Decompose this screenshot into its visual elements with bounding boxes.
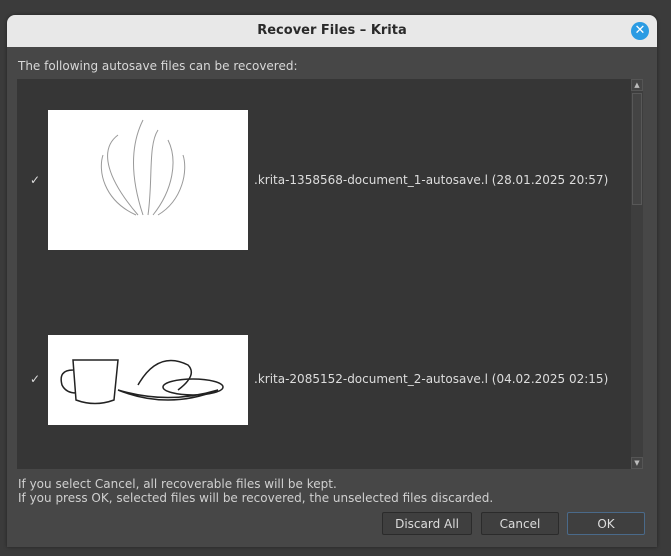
title-bar: Recover Files – Krita [7, 15, 657, 47]
scroll-up-icon[interactable]: ▲ [631, 79, 643, 91]
sketch-leaves-image [100, 119, 186, 216]
ok-button[interactable]: OK [567, 512, 645, 535]
vertical-scrollbar[interactable]: ▲ ▼ [631, 79, 643, 469]
info-line: If you press OK, selected files will be … [18, 491, 494, 505]
discard-all-button[interactable]: Discard All [382, 512, 472, 535]
list-item[interactable]: ✓ .krita-2085152-document_2-autosave.l (… [17, 335, 627, 425]
checkbox[interactable]: ✓ [30, 372, 40, 386]
recover-files-dialog: Recover Files – Krita ✕ The following au… [7, 15, 657, 547]
file-list: ✓ .krita-1358568-document_1-autosave.l (… [17, 79, 643, 469]
checkbox[interactable]: ✓ [30, 173, 40, 187]
thumbnail [48, 335, 248, 425]
file-name: .krita-1358568-document_1-autosave.l (28… [254, 173, 609, 187]
prompt-label: The following autosave files can be reco… [18, 59, 298, 73]
info-text: If you select Cancel, all recoverable fi… [18, 477, 493, 505]
info-line: If you select Cancel, all recoverable fi… [18, 477, 337, 491]
list-item[interactable]: ✓ .krita-1358568-document_1-autosave.l (… [17, 110, 627, 250]
sketch-cup-croissant-image [60, 359, 224, 405]
file-name: .krita-2085152-document_2-autosave.l (04… [254, 372, 609, 386]
window-title: Recover Files – Krita [257, 23, 407, 38]
cancel-button[interactable]: Cancel [481, 512, 559, 535]
scroll-down-icon[interactable]: ▼ [631, 457, 643, 469]
close-icon[interactable]: ✕ [631, 22, 649, 40]
thumbnail [48, 110, 248, 250]
scrollbar-thumb[interactable] [632, 93, 642, 205]
